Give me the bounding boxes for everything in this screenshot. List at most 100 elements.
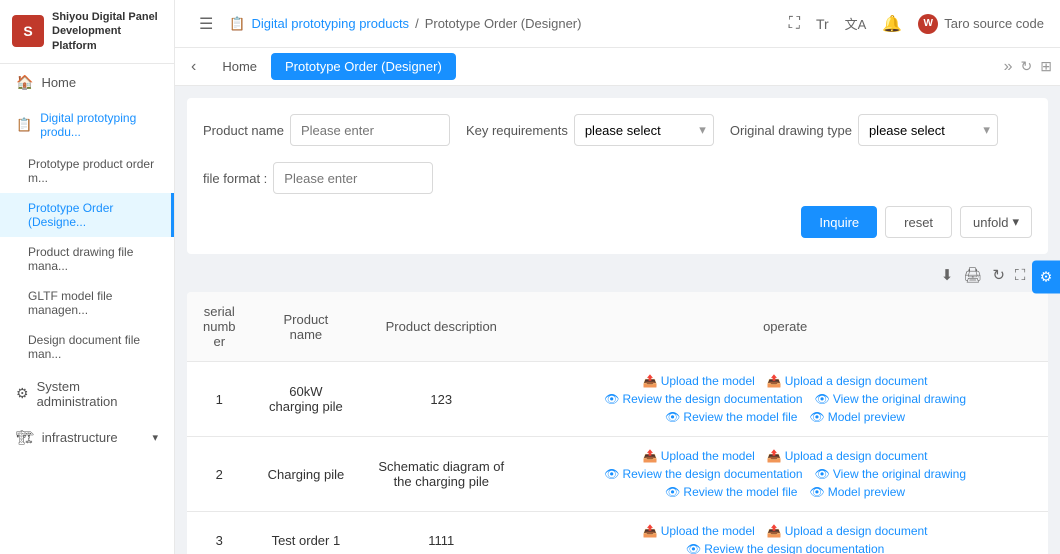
orig-draw-label: Original drawing type (730, 123, 852, 138)
op-link-model-preview[interactable]: 👁Model preview (809, 485, 905, 499)
sidebar-item-infrastructure[interactable]: 🏗 infrastructure ▾ (0, 419, 174, 456)
op-link-upload-the-model[interactable]: 📤Upload the model (643, 524, 755, 538)
inquire-button[interactable]: Inquire (801, 206, 877, 238)
home-icon: 🏠 (16, 74, 33, 91)
filter-row-1: Product name Key requirements please sel… (203, 114, 1032, 194)
col-product-desc: Product description (360, 292, 522, 362)
tabs-grid-icon[interactable]: ⊞ (1040, 58, 1052, 75)
sidebar-item-system-admin[interactable]: ⚙ System administration (0, 369, 174, 419)
breadcrumb-icon: 📋 (229, 16, 245, 32)
content-tabs: ‹ Home Prototype Order (Designer) » ↻ ⊞ (175, 48, 1060, 86)
op-icon: 👁 (665, 485, 680, 499)
table-row: 3Test order 11111📤Upload the model📤Uploa… (187, 512, 1048, 554)
orig-draw-select[interactable]: please select (858, 114, 998, 146)
filter-actions: Inquire reset unfold ▾ (203, 206, 1032, 238)
op-icon: 👁 (815, 467, 830, 481)
expand-icon[interactable]: ⛶ (1015, 267, 1026, 284)
logo-text: Shiyou Digital Panel Development Platfor… (52, 10, 162, 53)
key-req-select-wrap: please select (574, 114, 714, 146)
tab-home[interactable]: Home (208, 53, 271, 80)
sidebar-item-product-drawing[interactable]: Product drawing file mana... (0, 237, 174, 281)
topbar-left: ☰ 📋 Digital prototyping products / Proto… (191, 10, 581, 38)
fullscreen-icon[interactable]: ⛶ (789, 15, 800, 33)
tab-actions: » ↻ ⊞ (1004, 58, 1052, 76)
unfold-button[interactable]: unfold ▾ (960, 206, 1032, 238)
table-row: 160kW charging pile123📤Upload the model📤… (187, 362, 1048, 437)
sidebar-item-system-admin-label: System administration (37, 379, 158, 409)
sidebar-item-design-doc[interactable]: Design document file man... (0, 325, 174, 369)
tabs-more-icon[interactable]: » (1004, 58, 1013, 76)
font-icon[interactable]: Tr (816, 16, 829, 32)
op-link-review-the-model-file[interactable]: 👁Review the model file (665, 485, 797, 499)
sidebar-item-prototype-order-d[interactable]: Prototype Order (Designe... (0, 193, 174, 237)
table-header-row: serialnumber Product name Product descri… (187, 292, 1048, 362)
op-link-review-the-design-documentation[interactable]: 👁Review the design documentation (686, 542, 884, 554)
product-name-label: Product name (203, 123, 284, 138)
orig-draw-select-wrap: please select (858, 114, 998, 146)
operate-links: 📤Upload the model 📤Upload a design docume… (538, 449, 1032, 499)
reset-button[interactable]: reset (885, 206, 952, 238)
op-link-upload-a-design-document[interactable]: 📤Upload a design document (767, 374, 928, 388)
op-link-upload-a-design-document[interactable]: 📤Upload a design document (767, 449, 928, 463)
sidebar-item-gltf-model[interactable]: GLTF model file managen... (0, 281, 174, 325)
operate-links: 📤Upload the model 📤Upload a design docume… (538, 524, 1032, 554)
filter-field-key-req: Key requirements please select (466, 114, 714, 146)
sidebar-nav: 🏠 Home 📋 Digital prototyping produ... Pr… (0, 64, 174, 554)
settings-icon: ⚙ (16, 385, 29, 402)
sidebar-item-digital-label: Digital prototyping produ... (40, 111, 158, 139)
topbar: ☰ 📋 Digital prototyping products / Proto… (175, 0, 1060, 48)
op-icon: 📤 (643, 524, 658, 538)
col-product-name: Product name (252, 292, 361, 362)
download-icon[interactable]: ⬇ (941, 266, 954, 284)
breadcrumb-root: Digital prototyping products (252, 16, 410, 31)
key-req-label: Key requirements (466, 123, 568, 138)
key-req-select[interactable]: please select (574, 114, 714, 146)
op-icon: 👁 (665, 410, 680, 424)
sidebar-item-digital[interactable]: 📋 Digital prototyping produ... (0, 101, 174, 149)
translate-icon[interactable]: 文A (845, 14, 867, 33)
op-link-upload-the-model[interactable]: 📤Upload the model (643, 374, 755, 388)
op-icon: 📤 (767, 449, 782, 463)
op-link-view-the-original-drawing[interactable]: 👁View the original drawing (815, 467, 966, 481)
sidebar-item-home[interactable]: 🏠 Home (0, 64, 174, 101)
topbar-right: ⛶ Tr 文A 🔔 W Taro source code (789, 14, 1044, 34)
op-link-review-the-design-documentation[interactable]: 👁Review the design documentation (604, 392, 802, 406)
bell-icon[interactable]: 🔔 (882, 14, 902, 34)
sidebar-collapse-btn[interactable]: ☰ (191, 10, 221, 38)
filter-field-product-name: Product name (203, 114, 450, 146)
op-link-model-preview[interactable]: 👁Model preview (809, 410, 905, 424)
sidebar-logo: S Shiyou Digital Panel Development Platf… (0, 0, 174, 64)
cell-product-desc: 123 (360, 362, 522, 437)
tab-prototype-order[interactable]: Prototype Order (Designer) (271, 53, 456, 80)
refresh-icon[interactable]: ↻ (992, 266, 1005, 284)
sidebar-item-prototype-order-m[interactable]: Prototype product order m... (0, 149, 174, 193)
filter-panel: Product name Key requirements please sel… (187, 98, 1048, 254)
op-link-upload-a-design-document[interactable]: 📤Upload a design document (767, 524, 928, 538)
op-link-view-the-original-drawing[interactable]: 👁View the original drawing (815, 392, 966, 406)
cell-serial: 2 (187, 437, 252, 512)
op-link-upload-the-model[interactable]: 📤Upload the model (643, 449, 755, 463)
tabs-collapse-btn[interactable]: ‹ (183, 54, 204, 80)
op-link-review-the-model-file[interactable]: 👁Review the model file (665, 410, 797, 424)
col-operate: operate (522, 292, 1048, 362)
cell-serial: 1 (187, 362, 252, 437)
print-icon[interactable]: 🖨 (963, 266, 982, 284)
chevron-down-icon: ▾ (1012, 214, 1019, 230)
cell-product-name: Test order 1 (252, 512, 361, 554)
op-icon: 👁 (604, 392, 619, 406)
main-area: ☰ 📋 Digital prototyping products / Proto… (175, 0, 1060, 554)
op-icon: 👁 (809, 410, 824, 424)
op-icon: 📤 (767, 374, 782, 388)
logo-icon: S (12, 15, 44, 47)
op-link-review-the-design-documentation[interactable]: 👁Review the design documentation (604, 467, 802, 481)
cell-serial: 3 (187, 512, 252, 554)
digital-icon: 📋 (16, 117, 32, 133)
cell-product-desc: 1111 (360, 512, 522, 554)
content-body: Product name Key requirements please sel… (175, 86, 1060, 554)
tabs-refresh-icon[interactable]: ↻ (1021, 58, 1033, 75)
user-info[interactable]: W Taro source code (918, 14, 1044, 34)
settings-side-button[interactable]: ⚙ (1032, 261, 1060, 294)
cell-operate: 📤Upload the model 📤Upload a design docume… (522, 362, 1048, 437)
file-format-input[interactable] (273, 162, 433, 194)
product-name-input[interactable] (290, 114, 450, 146)
